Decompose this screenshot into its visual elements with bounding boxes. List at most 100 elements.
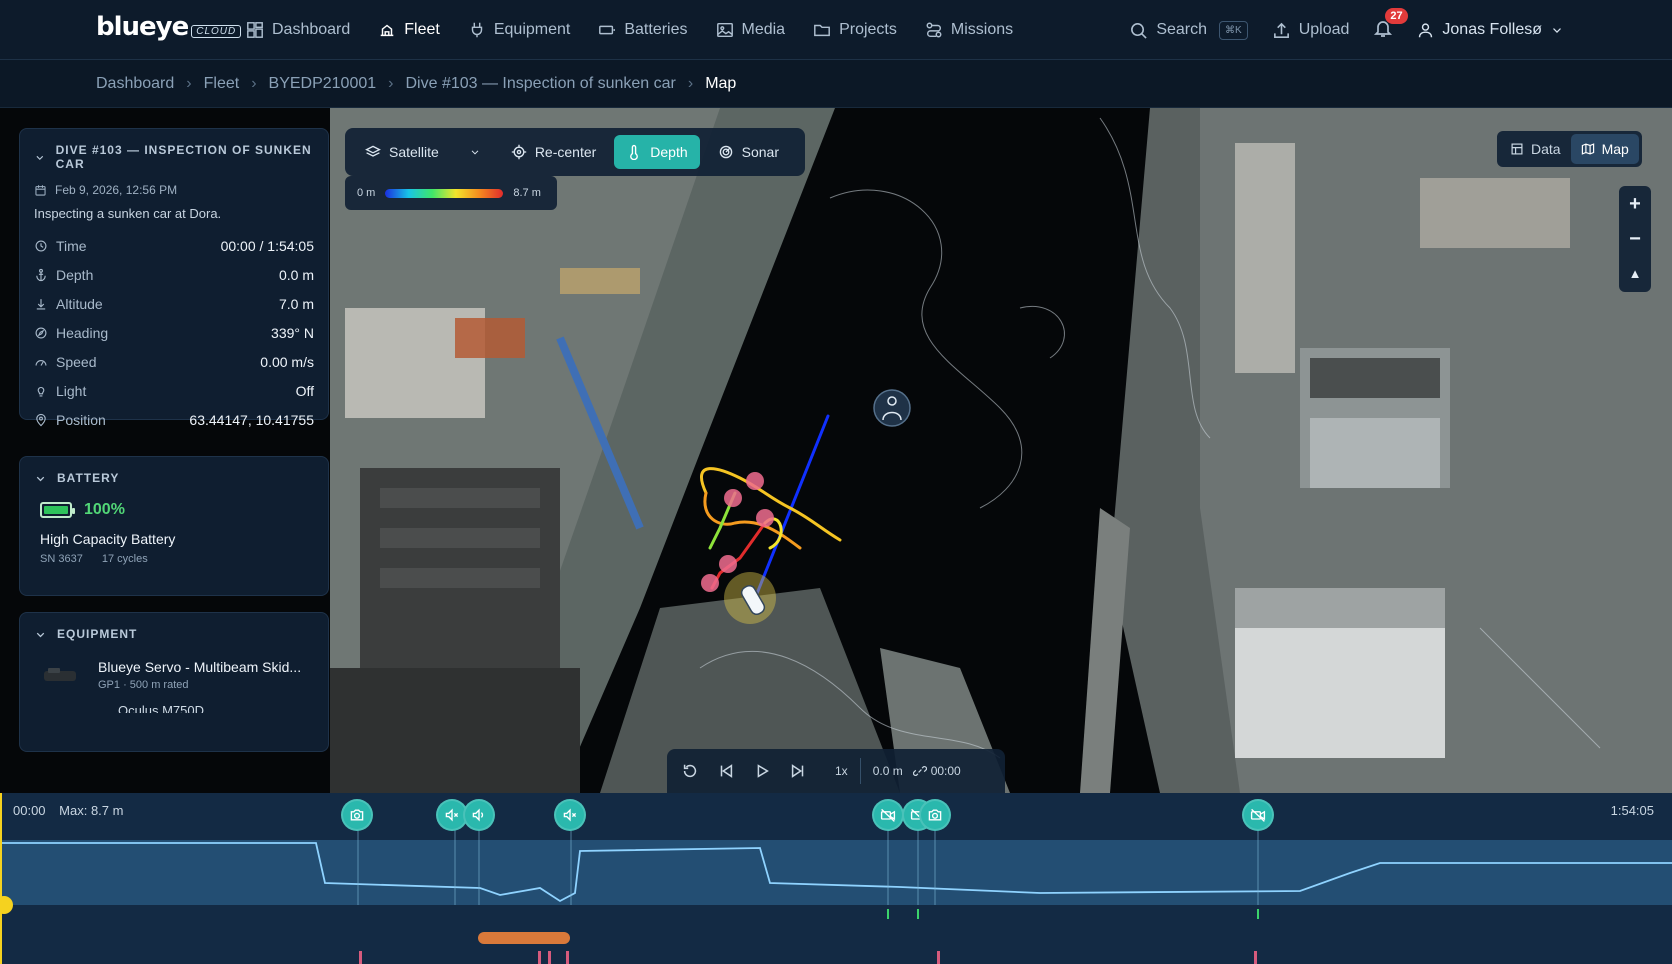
upload-button[interactable]: Upload — [1272, 21, 1349, 40]
nav-dashboard[interactable]: Dashboard — [232, 0, 364, 60]
event-sound-marker[interactable] — [463, 799, 495, 831]
dive-timeline[interactable]: 00:00 Max: 8.7 m 1:54:05 — [0, 793, 1672, 964]
missions-icon — [926, 22, 942, 38]
dive-date: Feb 9, 2026, 12:56 PM — [20, 179, 328, 201]
stat-time-label: Time — [56, 237, 87, 254]
layer-select[interactable]: Satellite — [353, 135, 493, 169]
table-icon — [1511, 143, 1523, 155]
map-toolbar: Satellite Re-center Depth Sonar — [345, 128, 805, 176]
video-off-icon — [880, 808, 896, 822]
battery-panel-header[interactable]: BATTERY — [20, 457, 328, 493]
recenter-label: Re-center — [534, 144, 597, 160]
depth-profile-chart — [0, 793, 1672, 964]
nav-projects[interactable]: Projects — [799, 0, 911, 60]
stat-speed-value: 0.00 m/s — [260, 353, 314, 370]
view-toggle: Data Map — [1497, 131, 1642, 167]
sound-off-icon — [445, 808, 459, 822]
notifications-button[interactable]: 27 — [1373, 7, 1408, 43]
skip-back-icon[interactable] — [717, 762, 735, 780]
breadcrumb-drone[interactable]: BYEDP210001 — [269, 75, 377, 93]
stat-speed: Speed 0.00 m/s — [20, 347, 328, 376]
event-video-off-marker[interactable] — [872, 799, 904, 831]
data-view-button[interactable]: Data — [1500, 134, 1571, 164]
breadcrumb-dashboard[interactable]: Dashboard — [96, 75, 174, 93]
battery-serial: SN 3637 — [40, 553, 83, 565]
sonar-toggle[interactable]: Sonar — [706, 135, 791, 169]
clock-icon — [35, 240, 47, 251]
equipment-item[interactable]: Blueye Servo - Multibeam Skid... GP1 · 5… — [20, 649, 328, 701]
dive-map[interactable]: DIVE #103 — INSPECTION OF SUNKEN CAR Feb… — [0, 108, 1672, 793]
skip-forward-icon[interactable] — [789, 762, 807, 780]
nav-missions[interactable]: Missions — [911, 0, 1027, 60]
depth-gradient-bar — [385, 188, 504, 198]
map-icon — [1581, 143, 1594, 155]
depth-toggle[interactable]: Depth — [614, 135, 700, 169]
layers-icon — [365, 145, 381, 157]
chevron-down-icon — [36, 632, 45, 637]
dive-panel-header[interactable]: DIVE #103 — INSPECTION OF SUNKEN CAR — [20, 129, 328, 179]
compass-north-icon[interactable]: ▲ — [1629, 264, 1642, 284]
video-off-icon — [1250, 808, 1266, 822]
upload-icon — [1273, 22, 1289, 38]
nav-fleet[interactable]: Fleet — [364, 0, 454, 60]
event-mute-marker[interactable] — [554, 799, 586, 831]
event-photo-marker[interactable] — [341, 799, 373, 831]
fleet-icon — [380, 24, 394, 37]
zoom-out-icon[interactable]: − — [1629, 229, 1641, 249]
breadcrumb-dive[interactable]: Dive #103 — Inspection of sunken car — [405, 75, 675, 93]
equipment-name: Blueye Servo - Multibeam Skid... — [98, 659, 302, 675]
breadcrumb-current: Map — [705, 74, 737, 92]
dive-info-panel: DIVE #103 — INSPECTION OF SUNKEN CAR Feb… — [19, 128, 329, 428]
play-icon[interactable] — [753, 762, 771, 780]
depth-toggle-label: Depth — [650, 144, 688, 160]
nav-media[interactable]: Media — [702, 0, 800, 60]
breadcrumb-chevron-icon: › — [251, 74, 257, 92]
player-depth: 0.0 m — [872, 764, 903, 778]
equipment-icon — [471, 22, 483, 38]
user-menu[interactable]: Jonas Follesø — [1417, 21, 1564, 39]
dashboard-icon — [247, 22, 263, 38]
chevron-down-icon — [1553, 28, 1561, 33]
nav-projects-label: Projects — [839, 21, 897, 38]
battery-panel: BATTERY 100% High Capacity Battery SN 36… — [19, 456, 329, 596]
search-label: Search — [1156, 21, 1208, 38]
playback-controls: 1x 0.0 m 00:00 — [667, 749, 1005, 793]
media-icon — [716, 22, 733, 38]
event-video-off-marker[interactable] — [1242, 799, 1274, 831]
search-button[interactable]: Search ⌘K — [1129, 20, 1248, 40]
event-photo-marker[interactable] — [919, 799, 951, 831]
sound-on-icon — [472, 808, 484, 822]
link-icon — [912, 766, 927, 776]
zoom-in-icon[interactable]: + — [1629, 194, 1641, 214]
equipment-item-cut[interactable]: Oculus M750D — [20, 701, 328, 713]
nav-batteries[interactable]: Batteries — [584, 0, 701, 60]
battery-icon — [599, 25, 616, 35]
stat-light: Light Off — [20, 376, 328, 405]
recenter-button[interactable]: Re-center — [499, 135, 608, 169]
replay-icon[interactable] — [681, 762, 699, 780]
breadcrumb-fleet[interactable]: Fleet — [204, 75, 240, 93]
map-view-button[interactable]: Map — [1570, 134, 1639, 164]
equipment-panel-header[interactable]: EQUIPMENT — [20, 613, 328, 649]
stat-light-label: Light — [56, 382, 87, 399]
nav-dashboard-label: Dashboard — [272, 21, 351, 38]
stat-altitude: Altitude 7.0 m — [20, 289, 328, 318]
stat-altitude-value: 7.0 m — [278, 295, 314, 312]
camera-icon — [350, 809, 364, 821]
altitude-icon — [36, 298, 46, 309]
equipment-rating: GP1 · 500 m rated — [98, 679, 189, 691]
search-shortcut: ⌘K — [1219, 20, 1248, 40]
stat-speed-label: Speed — [56, 353, 97, 370]
sonar-toggle-label: Sonar — [741, 144, 779, 160]
breadcrumb: Dashboard › Fleet › BYEDP210001 › Dive #… — [0, 60, 1672, 108]
blueye-logo[interactable]: blueye CLOUD — [96, 12, 242, 42]
stat-time: Time 00:00 / 1:54:05 — [20, 231, 328, 260]
playback-speed[interactable]: 1x — [835, 764, 848, 778]
nav-fleet-label: Fleet — [404, 21, 440, 38]
stat-depth-label: Depth — [56, 266, 94, 283]
logo-wordmark: blueye — [96, 12, 189, 42]
breadcrumb-chevron-icon: › — [687, 74, 694, 92]
nav-equipment[interactable]: Equipment — [454, 0, 585, 60]
nav-batteries-label: Batteries — [624, 21, 688, 38]
stat-depth: Depth 0.0 m — [20, 260, 328, 289]
